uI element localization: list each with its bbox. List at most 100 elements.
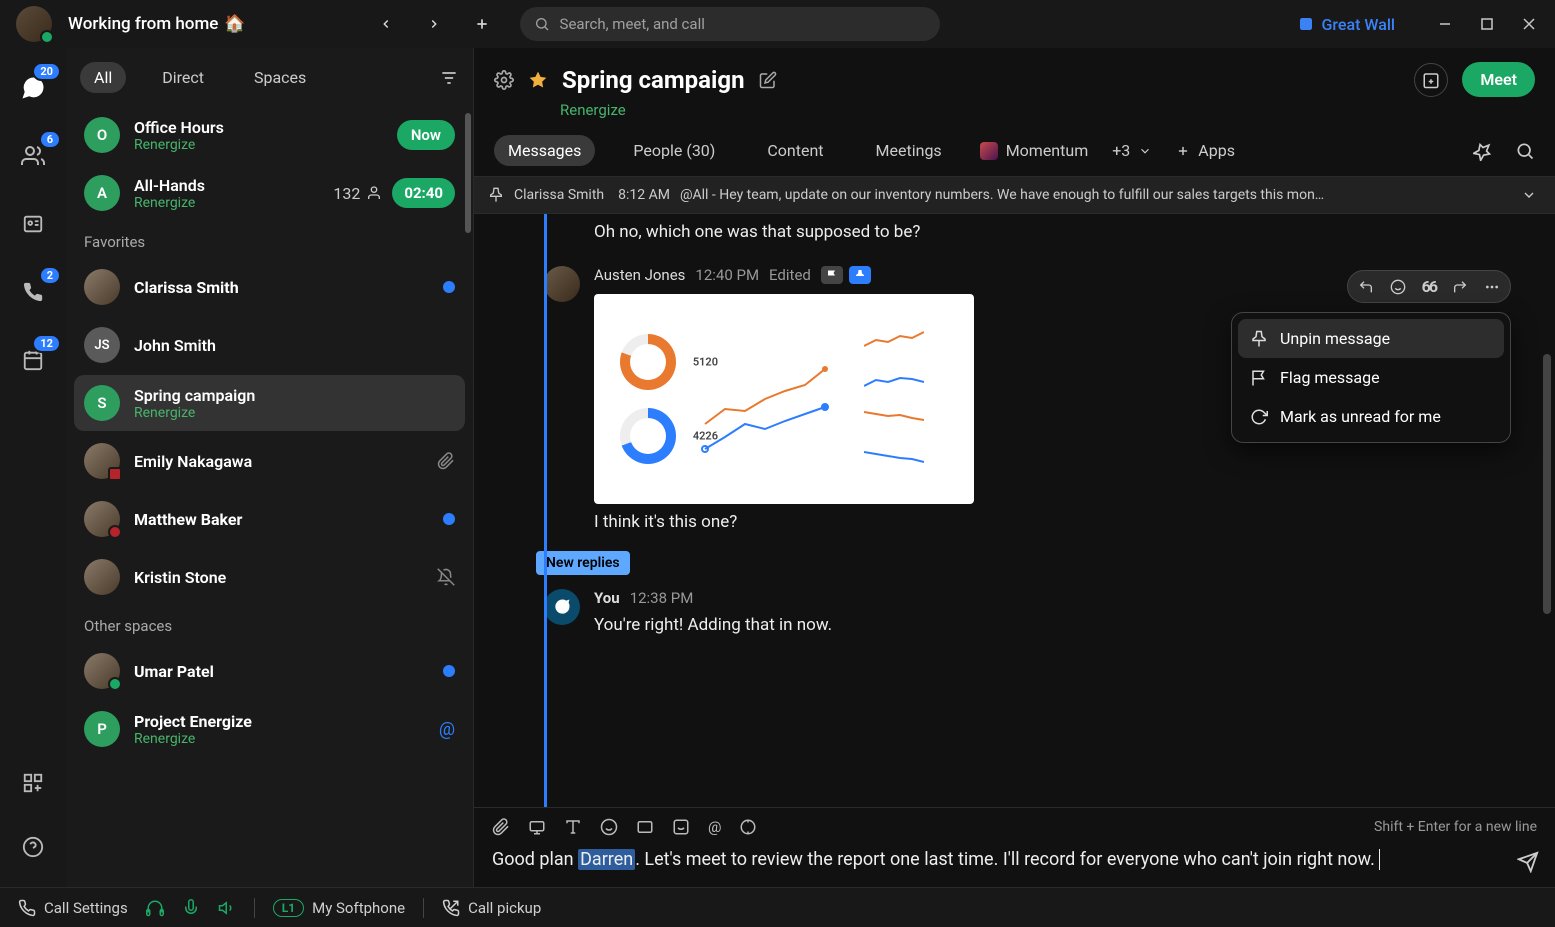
tab-meetings[interactable]: Meetings xyxy=(862,135,956,166)
sidebar-item-matthew[interactable]: Matthew Baker xyxy=(74,491,465,547)
tab-all[interactable]: All xyxy=(80,62,126,93)
unread-indicator xyxy=(443,281,455,293)
screen-capture-button[interactable] xyxy=(528,818,546,836)
rail-messaging[interactable]: 20 xyxy=(13,68,53,108)
now-pill[interactable]: Now xyxy=(397,120,455,150)
message-attachment-image[interactable]: 5120 4226 xyxy=(594,294,974,504)
rail-calling[interactable]: 2 xyxy=(13,272,53,312)
minimize-button[interactable] xyxy=(1435,14,1455,34)
gif-button[interactable] xyxy=(636,818,654,836)
call-settings-button[interactable]: Call Settings xyxy=(18,899,128,917)
ctx-flag-label: Flag message xyxy=(1280,368,1380,387)
message[interactable]: Oh no, which one was that supposed to be… xyxy=(544,214,1525,256)
thread-indicator xyxy=(544,214,547,807)
emoji-button[interactable] xyxy=(600,818,618,836)
sticker-button[interactable] xyxy=(672,818,690,836)
bitmoji-button[interactable] xyxy=(739,818,757,836)
apps-label: Apps xyxy=(1198,141,1235,160)
pinned-icon[interactable] xyxy=(849,266,871,284)
status-text[interactable]: Working from home 🏠 xyxy=(68,14,246,34)
titlebar: Working from home 🏠 Search, meet, and ca… xyxy=(0,0,1555,48)
user-name: Kristin Stone xyxy=(134,568,423,587)
ctx-unread[interactable]: Mark as unread for me xyxy=(1238,397,1504,436)
rail-meetings[interactable]: 12 xyxy=(13,340,53,380)
tab-messages[interactable]: Messages xyxy=(494,135,595,166)
message-author: You xyxy=(594,589,620,607)
pinned-banner[interactable]: Clarissa Smith 8:12 AM @All - Hey team, … xyxy=(474,177,1555,214)
sidebar-item-umar[interactable]: Umar Patel xyxy=(74,643,465,699)
user-avatar xyxy=(84,559,120,595)
forward-button[interactable] xyxy=(1452,277,1468,296)
forward-button[interactable] xyxy=(420,10,448,38)
ctx-unpin[interactable]: Unpin message xyxy=(1238,319,1504,358)
filter-button[interactable] xyxy=(439,68,459,88)
star-icon[interactable] xyxy=(528,70,548,90)
edit-icon[interactable] xyxy=(759,71,777,89)
tab-add-apps[interactable]: Apps xyxy=(1176,141,1235,160)
message-avatar[interactable] xyxy=(544,589,580,625)
composer-input[interactable]: Good plan Darren. Let's meet to review t… xyxy=(492,846,1537,873)
rail-teams[interactable]: 6 xyxy=(13,136,53,176)
message-avatar[interactable] xyxy=(544,266,580,302)
react-button[interactable] xyxy=(1390,277,1406,296)
rail-help[interactable] xyxy=(13,827,53,867)
self-avatar[interactable] xyxy=(16,6,52,42)
momentum-label: Momentum xyxy=(1006,141,1089,160)
tab-more-apps[interactable]: +3 xyxy=(1112,141,1152,160)
line-chart xyxy=(700,329,840,469)
back-button[interactable] xyxy=(372,10,400,38)
message[interactable]: You 12:38 PM You're right! Adding that i… xyxy=(544,579,1525,649)
audio-icon[interactable] xyxy=(146,899,164,917)
sidebar-item-clarissa[interactable]: Clarissa Smith xyxy=(74,259,465,315)
search-in-space-icon[interactable] xyxy=(1515,141,1535,161)
quote-button[interactable]: 66 xyxy=(1422,277,1436,296)
rail-contacts[interactable] xyxy=(13,204,53,244)
ctx-flag[interactable]: Flag message xyxy=(1238,358,1504,397)
call-pickup-label: Call pickup xyxy=(468,899,541,917)
chevron-down-icon[interactable] xyxy=(1521,187,1537,203)
sidebar-scrollbar[interactable] xyxy=(465,113,471,233)
mic-icon[interactable] xyxy=(182,899,200,917)
flag-icon[interactable] xyxy=(821,266,843,284)
tab-content[interactable]: Content xyxy=(753,135,837,166)
sidebar-item-john[interactable]: JS John Smith xyxy=(74,317,465,373)
tab-momentum[interactable]: Momentum xyxy=(980,141,1089,160)
sidebar-item-office-hours[interactable]: O Office Hours Renergize Now xyxy=(74,107,465,163)
home-icon: 🏠 xyxy=(224,14,245,34)
teams-icon xyxy=(21,144,45,168)
close-button[interactable] xyxy=(1519,14,1539,34)
sidebar-item-spring-campaign[interactable]: S Spring campaign Renergize xyxy=(74,375,465,431)
teams-badge: 6 xyxy=(39,130,61,149)
more-actions-button[interactable] xyxy=(1484,277,1500,296)
tenant-switcher[interactable]: Great Wall xyxy=(1297,15,1395,34)
messages-scrollbar[interactable] xyxy=(1543,354,1551,614)
tab-spaces[interactable]: Spaces xyxy=(240,62,320,93)
format-button[interactable] xyxy=(564,818,582,836)
sidebar-item-project-energize[interactable]: P Project Energize Renergize @ xyxy=(74,701,465,757)
gear-icon[interactable] xyxy=(494,70,514,90)
call-pickup-button[interactable]: Call pickup xyxy=(442,899,541,917)
space-org: Renergize xyxy=(134,731,425,747)
search-input[interactable]: Search, meet, and call xyxy=(520,7,940,41)
timer-pill[interactable]: 02:40 xyxy=(392,178,455,208)
sidebar-item-all-hands[interactable]: A All-Hands Renergize 132 02:40 xyxy=(74,165,465,221)
meet-button[interactable]: Meet xyxy=(1462,62,1535,97)
schedule-button[interactable] xyxy=(1414,63,1448,97)
softphone-selector[interactable]: L1 My Softphone xyxy=(273,899,405,917)
space-avatar: A xyxy=(84,175,120,211)
space-title: Office Hours xyxy=(134,118,383,137)
mention-button[interactable]: @ xyxy=(708,818,721,836)
user-name: Matthew Baker xyxy=(134,510,429,529)
sidebar-item-kristin[interactable]: Kristin Stone xyxy=(74,549,465,605)
sidebar-item-emily[interactable]: Emily Nakagawa xyxy=(74,433,465,489)
add-button[interactable] xyxy=(468,10,496,38)
maximize-button[interactable] xyxy=(1477,14,1497,34)
tab-direct[interactable]: Direct xyxy=(148,62,218,93)
speaker-icon[interactable] xyxy=(218,899,236,917)
attach-button[interactable] xyxy=(492,818,510,836)
rail-apps[interactable] xyxy=(13,763,53,803)
pin-icon[interactable] xyxy=(1473,141,1493,161)
send-button[interactable] xyxy=(1517,851,1539,873)
tab-people[interactable]: People (30) xyxy=(619,135,729,166)
reply-button[interactable] xyxy=(1358,277,1374,296)
